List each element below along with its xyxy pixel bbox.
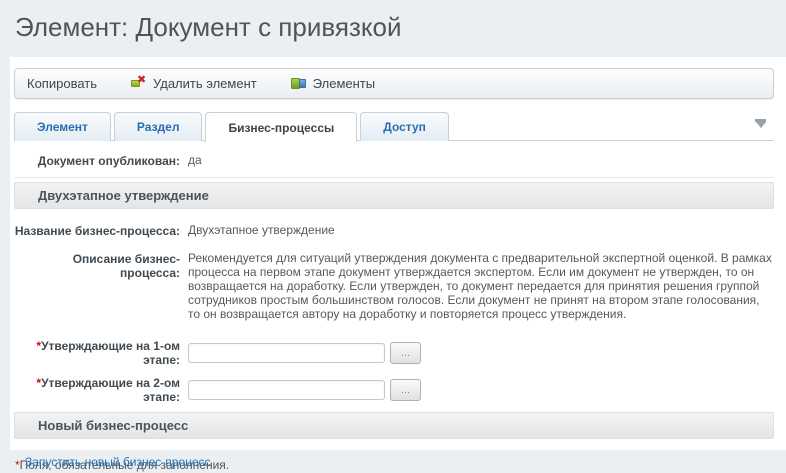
elements-button[interactable]: Элементы	[290, 76, 376, 91]
approvers-stage2-row: *Утверждающие на 2-ом этапе: ...	[14, 371, 774, 408]
process-desc-label: Описание бизнес-процесса:	[72, 252, 180, 280]
published-row: Документ опубликован: да	[14, 148, 774, 178]
tab-element[interactable]: Элемент	[14, 112, 111, 141]
chevron-down-icon	[755, 119, 766, 122]
elements-list-icon	[290, 77, 307, 90]
approvers-stage1-label: *Утверждающие на 1-ом этапе:	[36, 339, 180, 367]
copy-button-label: Копировать	[27, 76, 97, 91]
delete-element-icon: ✖	[131, 74, 147, 90]
published-value: да	[188, 153, 202, 167]
approvers-stage1-row: *Утверждающие на 1-ом этапе: ...	[14, 334, 774, 371]
process-desc-row: Описание бизнес-процесса: Рекомендуется …	[14, 246, 774, 326]
published-label: Документ опубликован:	[37, 154, 180, 168]
section-header-two-stage: Двухэтапное утверждение	[14, 182, 774, 209]
delete-element-label: Удалить элемент	[153, 76, 257, 91]
approvers-stage2-label: *Утверждающие на 2-ом этапе:	[36, 376, 180, 404]
tab-business-processes[interactable]: Бизнес-процессы	[205, 112, 358, 142]
tabs-settings-dropdown[interactable]	[753, 118, 768, 131]
approvers-stage1-input[interactable]	[188, 342, 385, 363]
tab-access[interactable]: Доступ	[360, 112, 449, 141]
process-desc-value: Рекомендуется для ситуаций утверждения д…	[188, 251, 772, 321]
elements-label: Элементы	[312, 76, 376, 91]
content-panel: Копировать ✖ Удалить элемент Элементы Эл…	[10, 57, 786, 469]
process-name-value: Двухэтапное утверждение	[188, 223, 335, 237]
process-name-label: Название бизнес-процесса:	[14, 224, 180, 238]
tabs-bar: Элемент Раздел Бизнес-процессы Доступ	[14, 112, 774, 142]
start-new-process-link[interactable]: Запустить новый бизнес-процесс	[25, 455, 211, 469]
section-header-new-process: Новый бизнес-процесс	[14, 412, 774, 439]
context-toolbar: Копировать ✖ Удалить элемент Элементы	[14, 68, 774, 99]
page-title: Элемент: Документ с привязкой	[15, 12, 402, 42]
process-name-row: Название бизнес-процесса: Двухэтапное ут…	[14, 218, 774, 243]
approvers-stage2-input[interactable]	[188, 379, 385, 400]
delete-element-button[interactable]: ✖ Удалить элемент	[131, 74, 257, 91]
form-area: Документ опубликован: да Двухэтапное утв…	[14, 148, 774, 473]
tab-section[interactable]: Раздел	[113, 112, 203, 141]
approvers-stage2-browse-button[interactable]: ...	[390, 378, 421, 401]
copy-button[interactable]: Копировать	[27, 76, 97, 91]
approvers-stage1-browse-button[interactable]: ...	[390, 341, 421, 364]
